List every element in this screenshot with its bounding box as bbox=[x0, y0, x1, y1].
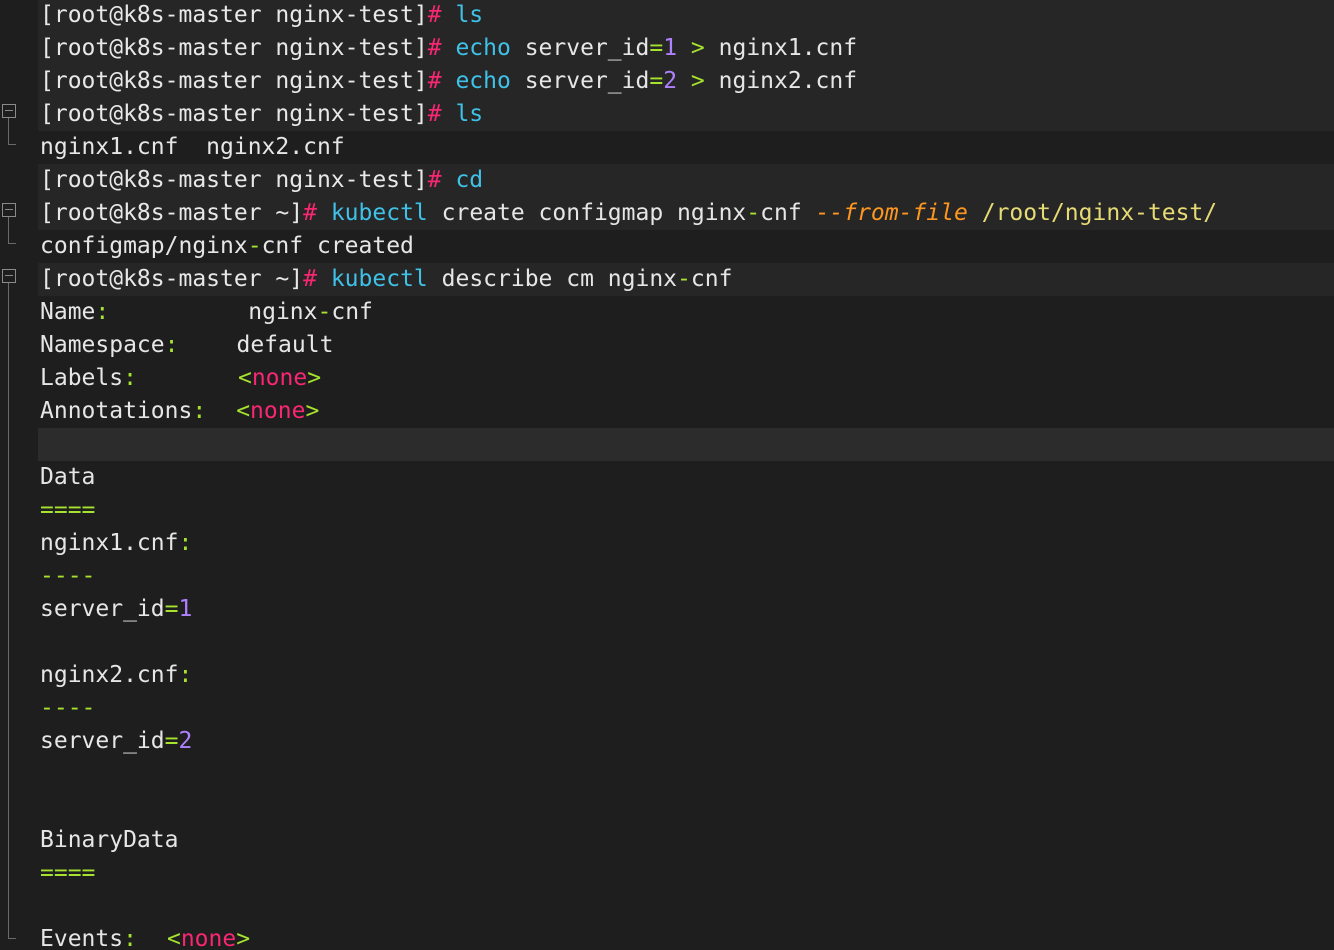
terminal-line-output: configmap/nginx-cnf created bbox=[40, 233, 414, 259]
describe-data-rule: ==== bbox=[40, 497, 96, 523]
describe-data-header: Data bbox=[40, 464, 96, 490]
fold-guide bbox=[8, 118, 9, 144]
terminal-window[interactable]: [root@k8s-master nginx-test]# ls [root@k… bbox=[0, 0, 1334, 950]
fold-guide-end bbox=[8, 938, 16, 939]
describe-file1-rule: ---- bbox=[40, 563, 96, 589]
describe-file1-value: server_id=1 bbox=[40, 596, 193, 622]
terminal-line-prompt: [root@k8s-master nginx-test]# echo serve… bbox=[38, 65, 1334, 98]
describe-binarydata-rule: ==== bbox=[40, 860, 96, 886]
describe-binarydata-header: BinaryData bbox=[40, 827, 179, 853]
fold-guide-end bbox=[8, 243, 16, 244]
fold-toggle-icon[interactable] bbox=[2, 269, 16, 283]
describe-file2-value: server_id=2 bbox=[40, 728, 193, 754]
fold-toggle-icon[interactable] bbox=[2, 104, 16, 118]
describe-file2-rule: ---- bbox=[40, 695, 96, 721]
terminal-line-prompt: [root@k8s-master nginx-test]# echo serve… bbox=[38, 32, 1334, 65]
describe-file2-key: nginx2.cnf: bbox=[40, 662, 193, 688]
fold-guide-end bbox=[8, 144, 16, 145]
terminal-line-prompt: [root@k8s-master ~]# kubectl create conf… bbox=[38, 197, 1334, 230]
terminal-line-prompt: [root@k8s-master nginx-test]# cd bbox=[38, 164, 1334, 197]
describe-labels-row: Labels: <none> bbox=[40, 365, 322, 391]
describe-namespace-row: Namespace: default bbox=[40, 332, 334, 358]
terminal-line-prompt: [root@k8s-master nginx-test]# ls bbox=[38, 0, 1334, 32]
terminal-line-prompt: [root@k8s-master nginx-test]# ls bbox=[38, 98, 1334, 131]
describe-events-row: Events: <none> bbox=[40, 926, 251, 950]
fold-guide bbox=[8, 283, 9, 938]
terminal-line-output: nginx1.cnf nginx2.cnf bbox=[40, 134, 345, 160]
terminal-line-cursor-row bbox=[38, 428, 1334, 461]
describe-file1-key: nginx1.cnf: bbox=[40, 530, 193, 556]
describe-annotations-row: Annotations: <none> bbox=[40, 398, 320, 424]
fold-toggle-icon[interactable] bbox=[2, 203, 16, 217]
terminal-line-prompt: [root@k8s-master ~]# kubectl describe cm… bbox=[38, 263, 1334, 296]
fold-guide bbox=[8, 217, 9, 243]
describe-name-row: Name: nginx-cnf bbox=[40, 299, 373, 325]
fold-gutter bbox=[0, 0, 38, 950]
